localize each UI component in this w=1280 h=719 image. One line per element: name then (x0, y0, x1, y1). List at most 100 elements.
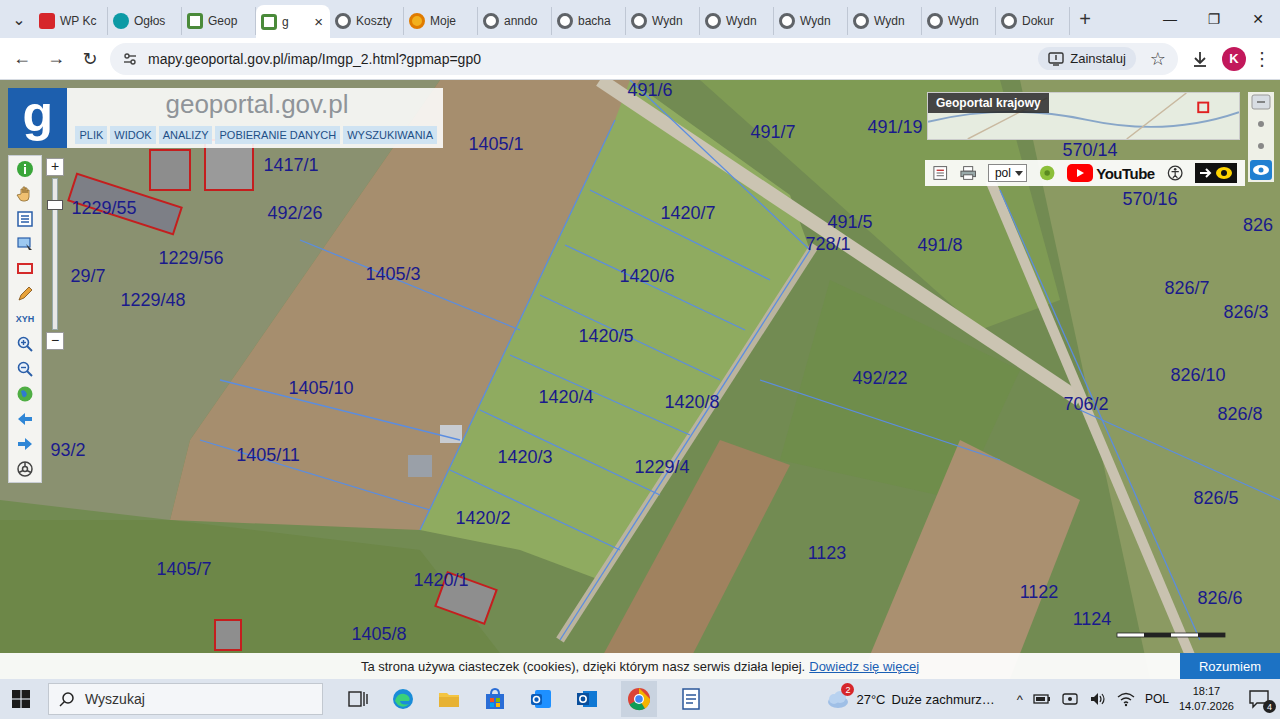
document-app-icon[interactable] (679, 687, 703, 711)
zoom-out-button[interactable]: − (46, 332, 64, 350)
previous-view-icon[interactable] (16, 410, 34, 428)
store-icon[interactable] (483, 687, 507, 711)
weather-widget[interactable]: 227°CDuże zachmurz… (824, 688, 994, 710)
geoportal-menu-item[interactable]: POBIERANIE DANYCH (215, 126, 340, 144)
favicon-icon (705, 13, 721, 29)
geoportal-menu-item[interactable]: WIDOK (110, 126, 155, 144)
info-icon[interactable] (16, 160, 34, 178)
task-view-icon[interactable] (347, 689, 369, 709)
reset-view-icon[interactable] (16, 460, 34, 478)
input-language[interactable]: POL (1145, 692, 1169, 706)
help-icon[interactable] (1039, 164, 1055, 182)
browser-tab[interactable]: Moje (404, 7, 478, 35)
geoportal-logo[interactable]: g (8, 88, 67, 148)
zoom-out-icon[interactable] (16, 360, 34, 378)
browser-tab[interactable]: Geop (182, 7, 256, 35)
zoom-track[interactable] (52, 178, 58, 330)
coordinates-tool[interactable]: XYH (16, 310, 35, 328)
print-icon[interactable] (960, 165, 976, 181)
zoom-in-icon[interactable] (16, 335, 34, 353)
legend-icon[interactable] (933, 165, 948, 181)
window-control-button[interactable]: ❐ (1192, 0, 1236, 38)
new-tab-button[interactable]: + (1070, 8, 1100, 31)
nav-button[interactable]: → (42, 48, 70, 69)
window-control-button[interactable]: — (1148, 0, 1192, 38)
install-icon (1048, 52, 1064, 66)
geoportal-menu-item[interactable]: ANALIZY (159, 126, 213, 144)
pan-hand-icon[interactable] (16, 185, 34, 203)
parcel-label: 29/7 (70, 267, 105, 285)
browser-tab[interactable]: Wydn (700, 7, 774, 35)
notification-center[interactable]: 4 (1244, 689, 1274, 709)
contrast-toggle[interactable] (1195, 163, 1237, 183)
tray-chevron[interactable]: ^ (1017, 692, 1023, 707)
parcel-label: 1420/3 (497, 448, 552, 466)
window-control-button[interactable]: ✕ (1236, 0, 1280, 38)
meet-now-icon[interactable] (1061, 691, 1079, 707)
browser-tab[interactable]: Wydn (774, 7, 848, 35)
tab-label: Wydn (874, 14, 916, 28)
volume-icon[interactable] (1089, 691, 1107, 707)
dot-icon[interactable] (1251, 116, 1271, 132)
browser-tab[interactable]: bacha (552, 7, 626, 35)
browser-tab[interactable]: Ogłos (108, 7, 182, 35)
browser-tab[interactable]: WP Kc (34, 7, 108, 35)
browser-menu-button[interactable]: ⋮ (1252, 48, 1272, 70)
browser-tab[interactable]: anndo (478, 7, 552, 35)
geoportal-menu-item[interactable]: PLIK (75, 126, 107, 144)
select-area-icon[interactable] (16, 235, 34, 253)
tab-search-button[interactable]: ⌄ (4, 10, 34, 29)
next-view-icon[interactable] (16, 435, 34, 453)
nav-button[interactable]: ← (8, 48, 36, 69)
overview-map[interactable]: Geoportal krajowy (927, 92, 1240, 140)
language-select[interactable]: pol (988, 164, 1027, 182)
collapse-icon[interactable] (1251, 94, 1271, 110)
visibility-icon[interactable] (1250, 160, 1272, 180)
parcel-label: 491/19 (867, 118, 922, 136)
parcel-label: 1420/2 (455, 509, 510, 527)
profile-avatar[interactable]: K (1222, 47, 1246, 71)
install-button[interactable]: Zainstaluj (1038, 47, 1136, 70)
wifi-icon[interactable] (1117, 691, 1135, 707)
accessibility-icon[interactable] (1167, 164, 1183, 182)
zoom-in-button[interactable]: + (46, 158, 64, 176)
browser-tab[interactable]: Wydn (626, 7, 700, 35)
download-icon[interactable] (1190, 49, 1210, 69)
map[interactable]: 491/61405/1491/7491/19570/14570/161417/1… (0, 80, 1280, 679)
clock[interactable]: 18:1714.07.2026 (1179, 684, 1234, 714)
browser-tab[interactable]: Dokur (996, 7, 1070, 35)
youtube-link[interactable]: YouTube (1067, 164, 1154, 182)
tab-close-button[interactable]: × (312, 13, 325, 30)
browser-tab[interactable]: Koszty (330, 7, 404, 35)
windows-start-icon[interactable] (12, 690, 30, 708)
window-controls: —❐✕ (1148, 0, 1280, 38)
cookie-more-link[interactable]: Dowiedz się więcej (809, 659, 919, 674)
outlook-new-icon[interactable] (529, 687, 553, 711)
edge-icon[interactable] (391, 687, 415, 711)
search-icon (59, 691, 75, 707)
layers-list-icon[interactable] (16, 210, 34, 228)
browser-tab[interactable]: Wydn (922, 7, 996, 35)
tab-label: Ogłos (134, 14, 176, 28)
browser-tab[interactable]: g× (256, 5, 330, 38)
nav-button[interactable]: ↻ (76, 48, 104, 70)
outlook-icon[interactable] (575, 687, 599, 711)
geoportal-header: ggeoportal.gov.plPLIKWIDOKANALIZYPOBIERA… (8, 88, 443, 148)
arrow-icon (1199, 167, 1213, 179)
zoom-thumb[interactable] (47, 200, 63, 210)
omnibox[interactable]: mapy.geoportal.gov.pl/imap/Imgp_2.html?g… (110, 43, 1178, 75)
globe-icon[interactable] (16, 385, 34, 403)
parcel-label: 1420/1 (413, 571, 468, 589)
dot-icon[interactable] (1251, 138, 1271, 154)
pencil-icon[interactable] (16, 285, 34, 303)
geoportal-menu-item[interactable]: WYSZUKIWANIA (343, 126, 437, 144)
taskbar-search[interactable]: Wyszukaj (48, 683, 323, 715)
bookmark-button[interactable]: ☆ (1146, 48, 1170, 70)
chrome-taskbar-button[interactable] (621, 681, 657, 717)
draw-rectangle-icon[interactable] (16, 260, 34, 278)
cookie-accept-button[interactable]: Rozumiem (1180, 653, 1280, 679)
site-settings-icon[interactable] (122, 51, 138, 67)
browser-tab[interactable]: Wydn (848, 7, 922, 35)
battery-icon[interactable] (1033, 691, 1051, 707)
file-explorer-icon[interactable] (437, 687, 461, 711)
